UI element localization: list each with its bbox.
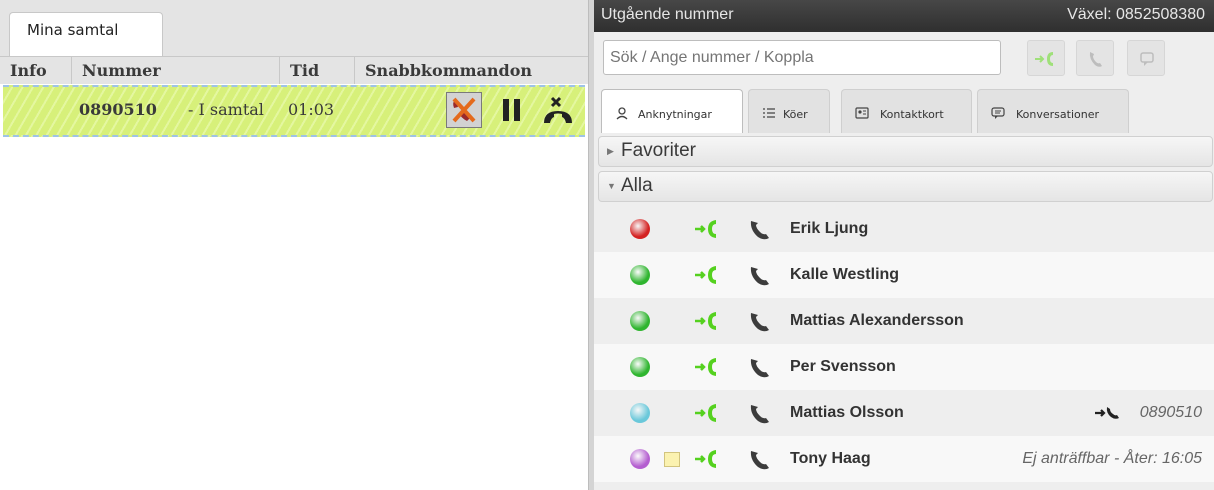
call-number: 0890510 xyxy=(79,100,157,119)
calls-tabbar: Mina samtal xyxy=(0,0,588,57)
phone-icon[interactable] xyxy=(747,218,773,242)
contact-row[interactable]: Per Svensson xyxy=(594,344,1214,390)
phone-icon[interactable] xyxy=(747,402,773,426)
contact-row[interactable]: Erik Ljung xyxy=(594,206,1214,252)
presence-status-icon xyxy=(630,403,650,423)
call-state: - I samtal xyxy=(188,100,264,119)
tab-mina-samtal[interactable]: Mina samtal xyxy=(9,12,163,57)
contact-row[interactable]: Mattias Olsson 0890510 xyxy=(594,390,1214,436)
note-icon[interactable] xyxy=(664,452,680,467)
tab-konversationer[interactable]: Konversationer xyxy=(977,89,1129,133)
search-input[interactable] xyxy=(603,40,1001,75)
presence-status-icon xyxy=(630,311,650,331)
contact-name: Tony Haag xyxy=(790,450,871,467)
outgoing-number-label: Utgående nummer xyxy=(601,6,734,23)
all-section-header[interactable]: ▼ Alla xyxy=(598,171,1213,202)
directory-tabs: Anknytningar Köer Kontaktkort Konversati… xyxy=(594,87,1214,134)
transfer-icon[interactable] xyxy=(694,310,724,332)
list-icon xyxy=(763,108,775,118)
contact-status-text: Ej anträffbar - Åter: 16:05 xyxy=(1022,450,1202,467)
contact-row[interactable]: Tony Haag Ej anträffbar - Åter: 16:05 xyxy=(594,436,1214,482)
tab-label: Kontaktkort xyxy=(880,108,944,121)
active-call-row[interactable]: 0890510 - I samtal 01:03 xyxy=(3,85,585,137)
collapsed-arrow-icon: ▶ xyxy=(607,146,614,156)
switchboard-number: Växel: 0852508380 xyxy=(1067,6,1205,23)
chat-icon xyxy=(991,107,1005,119)
transfer-icon[interactable] xyxy=(694,264,724,286)
hangup-button[interactable] xyxy=(541,95,575,127)
person-icon xyxy=(616,107,628,120)
tab-anknytningar[interactable]: Anknytningar xyxy=(601,89,743,133)
message-button[interactable] xyxy=(1127,40,1165,76)
presence-status-icon xyxy=(630,449,650,469)
tab-koer[interactable]: Köer xyxy=(748,89,830,133)
favorites-section-header[interactable]: ▶ Favoriter xyxy=(598,136,1213,167)
call-button[interactable] xyxy=(1076,40,1114,76)
mute-microphone-icon xyxy=(452,97,476,123)
column-header-time[interactable]: Tid xyxy=(280,57,355,84)
contact-name: Erik Ljung xyxy=(790,220,869,237)
transfer-icon[interactable] xyxy=(694,402,724,424)
tab-label: Mina samtal xyxy=(27,21,119,39)
presence-status-icon xyxy=(630,219,650,239)
expanded-arrow-icon: ▼ xyxy=(607,181,616,191)
column-header-quick-commands[interactable]: Snabbkommandon xyxy=(355,57,588,84)
phone-icon[interactable] xyxy=(747,310,773,334)
contact-card-icon xyxy=(855,107,869,119)
directory-panel: Utgående nummer Växel: 0852508380 Anknyt… xyxy=(594,0,1214,490)
contact-name: Kalle Westling xyxy=(790,266,900,283)
presence-status-icon xyxy=(630,265,650,285)
phone-icon[interactable] xyxy=(747,264,773,288)
tab-kontaktkort[interactable]: Kontaktkort xyxy=(841,89,972,133)
contact-row[interactable]: Kalle Westling xyxy=(594,252,1214,298)
contact-row[interactable]: Mattias Alexandersson xyxy=(594,298,1214,344)
calls-table-header: Info Nummer Tid Snabbkommandon xyxy=(0,56,588,84)
presence-status-icon xyxy=(630,357,650,377)
tab-label: Köer xyxy=(783,108,808,121)
call-duration: 01:03 xyxy=(288,100,335,119)
contact-name: Per Svensson xyxy=(790,358,896,375)
chat-icon xyxy=(1140,52,1154,66)
contact-status-text: 0890510 xyxy=(1139,404,1202,421)
contact-name: Mattias Alexandersson xyxy=(790,312,964,329)
phone-icon[interactable] xyxy=(747,356,773,380)
transfer-icon[interactable] xyxy=(694,218,724,240)
mute-button[interactable] xyxy=(446,92,482,128)
contact-name: Mattias Olsson xyxy=(790,404,904,421)
tab-label: Anknytningar xyxy=(638,108,712,121)
phone-icon xyxy=(1089,52,1102,67)
my-calls-panel: Mina samtal Info Nummer Tid Snabbkommand… xyxy=(0,0,588,490)
transfer-button[interactable] xyxy=(1027,40,1065,76)
transfer-icon[interactable] xyxy=(694,448,724,470)
hold-button[interactable] xyxy=(499,95,525,125)
transfer-icon xyxy=(1035,52,1053,66)
in-call-transfer-icon xyxy=(1095,407,1119,419)
column-header-info[interactable]: Info xyxy=(0,57,72,84)
hangup-phone-icon xyxy=(544,96,572,123)
section-title: Favoriter xyxy=(621,140,696,161)
transfer-icon[interactable] xyxy=(694,356,724,378)
outgoing-number-bar: Utgående nummer Växel: 0852508380 xyxy=(594,0,1214,32)
column-header-number[interactable]: Nummer xyxy=(72,57,280,84)
section-title: Alla xyxy=(621,175,653,196)
phone-icon[interactable] xyxy=(747,448,773,472)
tab-label: Konversationer xyxy=(1016,108,1099,121)
pause-icon xyxy=(503,99,520,121)
